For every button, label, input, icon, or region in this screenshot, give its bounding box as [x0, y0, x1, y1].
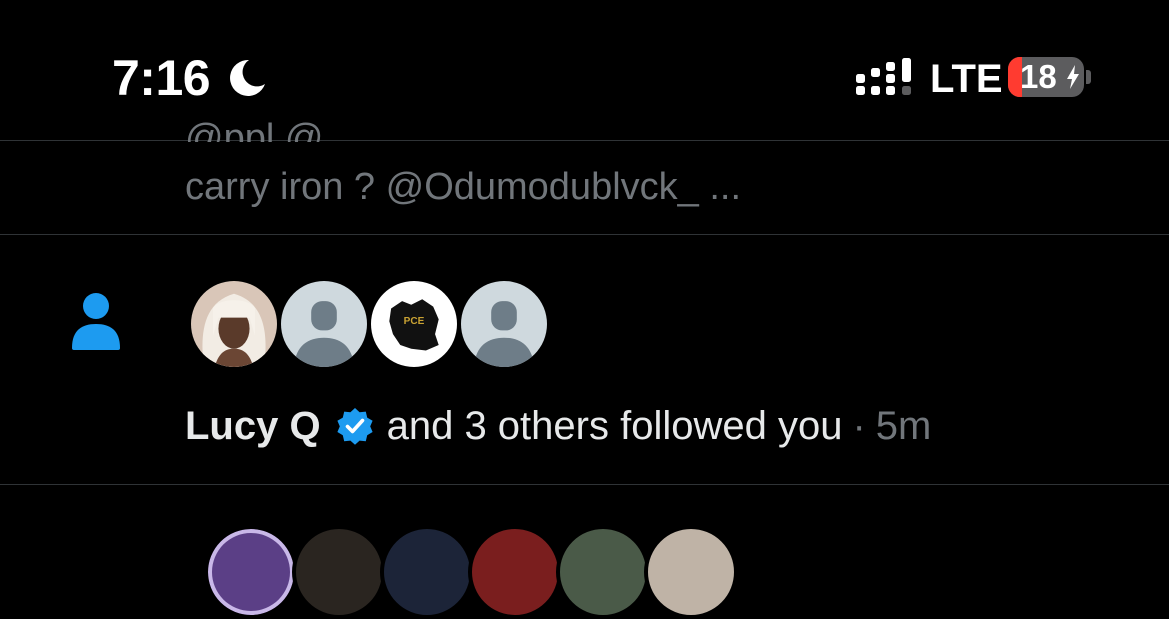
follow-description: and 3 others followed you — [386, 404, 843, 448]
follower-avatar-lucy-q[interactable] — [187, 277, 281, 371]
next-avatar[interactable] — [468, 525, 562, 619]
divider — [0, 234, 1169, 235]
next-avatar[interactable] — [292, 525, 386, 619]
previous-notification-snippet[interactable]: carry iron ? @Odumodublvck_ ... — [185, 163, 741, 211]
previous-notification-clipped-line: @ppl @_ — [185, 118, 345, 142]
bolt-icon — [1067, 65, 1079, 89]
next-avatar[interactable] — [644, 525, 738, 619]
pce-logo-text: PCE — [404, 316, 425, 327]
separator-dot: · — [852, 404, 866, 448]
follower-avatar-pce-logo[interactable]: PCE — [367, 277, 461, 371]
divider — [0, 484, 1169, 485]
battery-tip — [1086, 70, 1091, 84]
status-time: 7:16 — [112, 50, 211, 106]
follow-notification-text: Lucy Q and 3 others followed you · 5m — [185, 401, 931, 451]
notification-timestamp: 5m — [875, 404, 932, 448]
next-avatar[interactable] — [556, 525, 650, 619]
moon-icon — [230, 59, 265, 96]
follower-avatar-default[interactable] — [457, 277, 551, 371]
person-icon — [72, 293, 120, 350]
next-avatar[interactable] — [204, 525, 298, 619]
follower-avatar-default[interactable] — [277, 277, 371, 371]
follower-name-link[interactable]: Lucy Q — [185, 401, 321, 451]
battery-indicator: 18 — [1008, 57, 1084, 97]
network-type: LTE — [930, 57, 1003, 101]
cellular-signal-icon — [856, 58, 911, 95]
battery-level: 18 — [1020, 58, 1057, 95]
next-avatar[interactable] — [380, 525, 474, 619]
verified-badge-icon — [336, 408, 373, 445]
